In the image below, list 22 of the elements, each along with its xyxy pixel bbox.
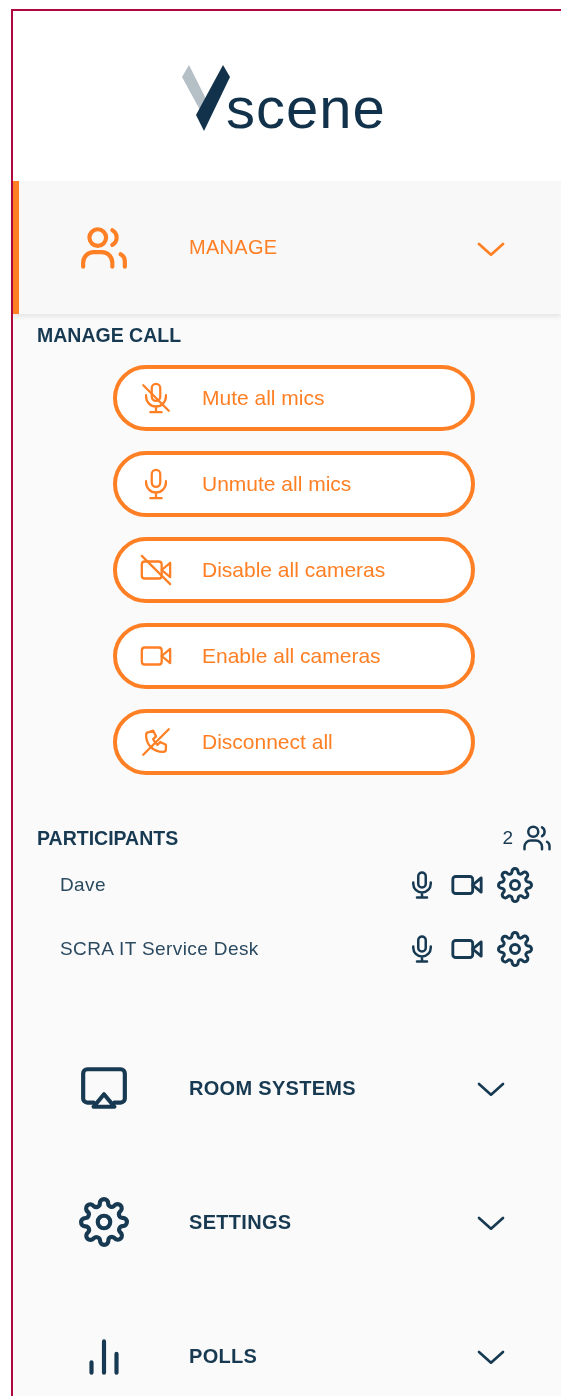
- section-header[interactable]: POLLS: [13, 1289, 561, 1396]
- hang-up-icon: [139, 725, 173, 759]
- section-header[interactable]: SETTINGS: [13, 1155, 561, 1289]
- participant-settings-button[interactable]: [497, 931, 533, 967]
- section-heading: MANAGE CALL: [37, 324, 183, 347]
- participant-settings-button[interactable]: [497, 867, 533, 903]
- participant-count: 2: [502, 827, 513, 849]
- action-button[interactable]: Disconnect all: [113, 709, 475, 775]
- camera-off-icon: [139, 553, 173, 587]
- muted-microphone-icon: [139, 381, 173, 415]
- logo: scene: [182, 65, 386, 131]
- section-header[interactable]: ROOM SYSTEMS: [13, 1021, 561, 1155]
- participant-name: SCRA IT Service Desk: [60, 938, 259, 960]
- settings-icon: [497, 931, 533, 967]
- section-heading: PARTICIPANTS: [37, 826, 179, 850]
- action-button[interactable]: Unmute all mics: [113, 451, 475, 517]
- action-button[interactable]: Disable all cameras: [113, 537, 475, 603]
- action-button[interactable]: Enable all cameras: [113, 623, 475, 689]
- settings-icon: [497, 867, 533, 903]
- section-header[interactable]: MANAGE: [13, 181, 561, 314]
- action-button[interactable]: Mute all mics: [113, 365, 475, 431]
- participant-name: Dave: [60, 874, 106, 896]
